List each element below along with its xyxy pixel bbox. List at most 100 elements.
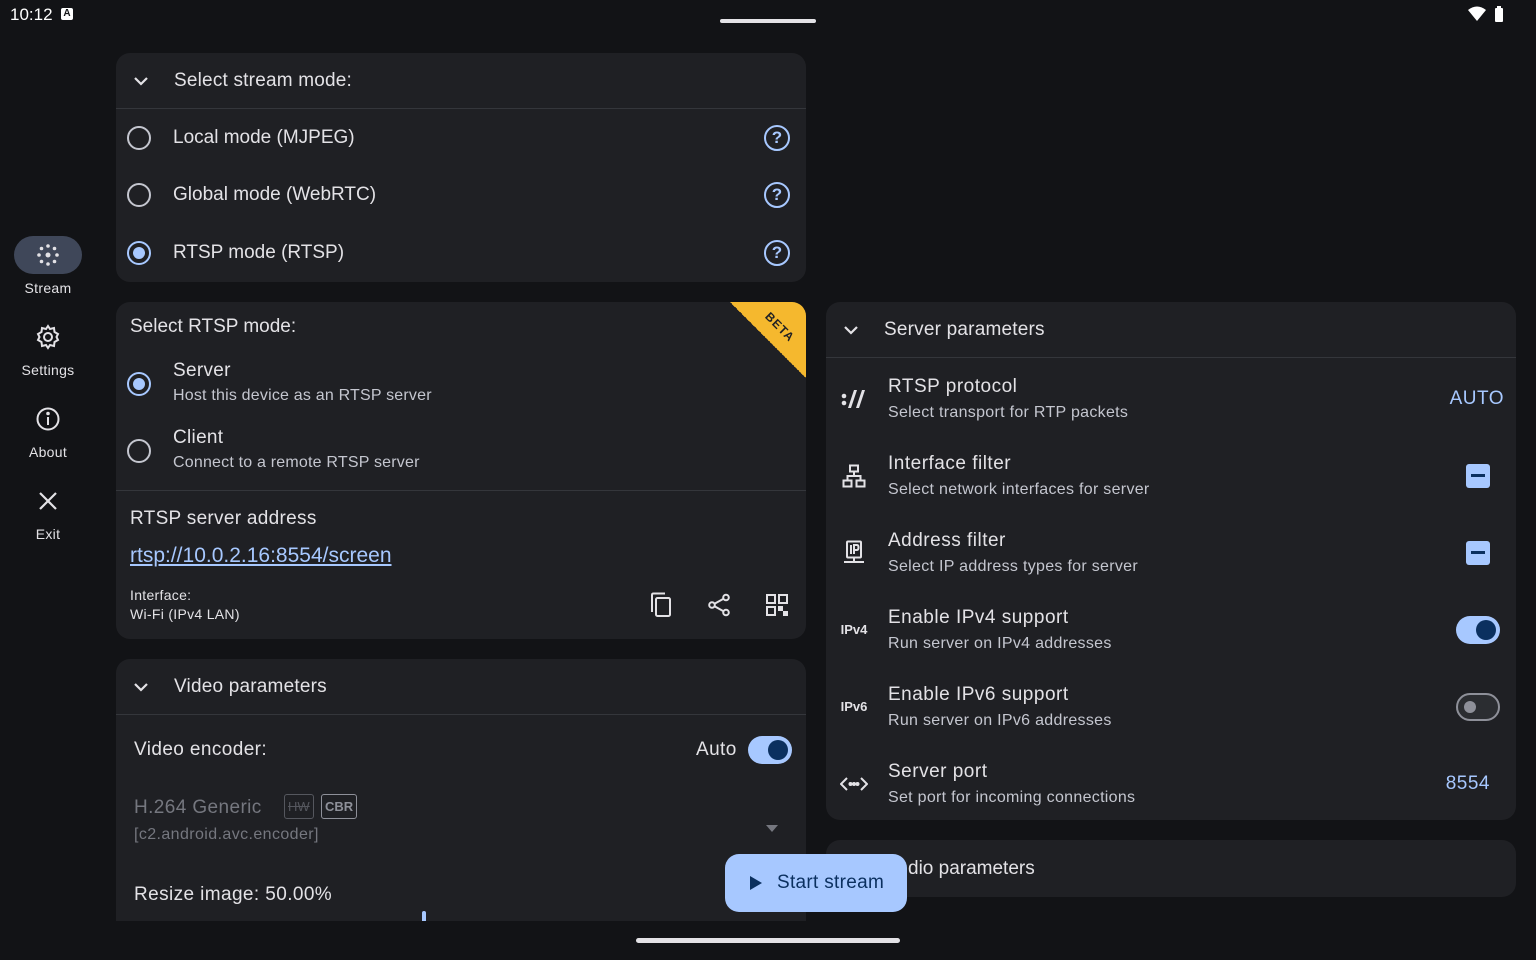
auto-label: Auto (696, 739, 737, 760)
server-parameters-header[interactable]: Server parameters (826, 302, 1516, 358)
ipv6-switch[interactable] (1456, 692, 1500, 721)
audio-parameters-title: dio parameters (908, 858, 1035, 879)
navigation-rail: Stream Settings About Exit (0, 230, 96, 558)
chevron-down-icon (130, 676, 152, 698)
mode-option-local[interactable]: Local mode (MJPEG) ? (116, 109, 806, 167)
ipv4-switch[interactable] (1456, 615, 1500, 644)
audio-parameters-card[interactable]: dio parameters (826, 840, 1516, 897)
param-server-port[interactable]: Server port Set port for incoming connec… (826, 745, 1516, 820)
param-ipv4[interactable]: IPv4 Enable IPv4 support Run server on I… (826, 591, 1516, 668)
mode-option-global[interactable]: Global mode (WebRTC) ? (116, 167, 806, 225)
navigation-handle (636, 938, 900, 943)
radio-global[interactable] (127, 183, 151, 208)
video-encoder-label: Video encoder: (134, 739, 268, 760)
rail-label: Stream (24, 280, 72, 296)
param-subtitle: Select transport for RTP packets (888, 403, 1129, 421)
play-icon (750, 876, 762, 890)
status-bar: 10:12 A (0, 0, 1536, 30)
resize-slider-thumb[interactable] (422, 911, 426, 921)
address-filter-indeterminate-checkbox[interactable] (1466, 540, 1490, 565)
param-rtsp-protocol[interactable]: RTSP protocol Select transport for RTP p… (826, 360, 1516, 437)
mode-label: RTSP mode (RTSP) (173, 241, 345, 263)
stream-mode-title: Select stream mode: (174, 69, 353, 91)
cbr-badge: CBR (321, 794, 358, 819)
info-icon (14, 400, 82, 438)
hw-badge: HW (284, 794, 314, 819)
rtsp-mode-card: BETA Select RTSP mode: Server Host this … (116, 302, 806, 639)
status-time: 10:12 (10, 5, 53, 24)
video-parameters-header[interactable]: Video parameters (116, 659, 806, 715)
auto-encoder-switch[interactable] (748, 736, 792, 764)
param-interface-filter[interactable]: Interface filter Select network interfac… (826, 437, 1516, 514)
rtsp-protocol-value: AUTO (1449, 387, 1504, 409)
video-parameters-card: Video parameters Video encoder: Auto H.2… (116, 659, 806, 921)
ipv6-icon: IPv6 (840, 699, 868, 714)
start-stream-label: Start stream (777, 872, 885, 893)
wifi-icon (1468, 6, 1486, 21)
radio-local[interactable] (127, 125, 151, 150)
param-title: Interface filter (888, 452, 1012, 474)
interface-value: Wi-Fi (IPv4 LAN) (130, 606, 240, 622)
param-subtitle: Select IP address types for server (888, 557, 1139, 575)
code-icon (826, 776, 882, 792)
battery-icon (1495, 6, 1503, 22)
resize-label: Resize image: 50.00% (134, 884, 333, 905)
help-icon[interactable]: ? (764, 239, 790, 266)
param-title: Server port (888, 760, 988, 782)
param-address-filter[interactable]: Address filter Select IP address types f… (826, 514, 1516, 591)
server-parameters-title: Server parameters (884, 318, 1045, 340)
radio-rtsp[interactable] (127, 240, 151, 265)
rail-label: About (28, 444, 68, 460)
notification-icon: A (61, 8, 73, 20)
param-subtitle: Set port for incoming connections (888, 788, 1136, 806)
chevron-down-icon (130, 70, 152, 92)
param-subtitle: Run server on IPv4 addresses (888, 634, 1112, 652)
help-icon[interactable]: ? (764, 124, 790, 151)
server-address-link[interactable]: rtsp://10.0.2.16:8554/screen (130, 544, 392, 568)
param-subtitle: Run server on IPv6 addresses (888, 711, 1112, 729)
rail-item-settings[interactable]: Settings (0, 312, 96, 394)
rail-label: Exit (35, 526, 61, 542)
option-title: Server (173, 360, 231, 381)
rail-label: Settings (21, 362, 75, 378)
address-label: RTSP server address (130, 508, 317, 529)
radio-client[interactable] (127, 439, 151, 463)
address-actions (646, 590, 792, 620)
chevron-down-icon (840, 319, 862, 341)
param-subtitle: Select network interfaces for server (888, 480, 1150, 498)
video-parameters-title: Video parameters (174, 675, 327, 697)
share-icon[interactable] (704, 590, 734, 620)
gear-icon (14, 318, 82, 356)
stream-mode-header[interactable]: Select stream mode: (116, 53, 806, 109)
interface-filter-indeterminate-checkbox[interactable] (1466, 463, 1490, 488)
rail-item-about[interactable]: About (0, 394, 96, 476)
option-title: Client (173, 427, 224, 448)
protocol-icon (826, 389, 882, 409)
rtsp-option-server[interactable]: Server Host this device as an RTSP serve… (127, 360, 432, 405)
option-subtitle: Host this device as an RTSP server (173, 387, 432, 404)
param-ipv6[interactable]: IPv6 Enable IPv6 support Run server on I… (826, 668, 1516, 745)
network-icon (826, 464, 882, 488)
help-icon[interactable]: ? (764, 182, 790, 209)
copy-icon[interactable] (646, 590, 676, 620)
ip-address-icon (826, 540, 882, 566)
rtsp-option-client[interactable]: Client Connect to a remote RTSP server (127, 427, 420, 472)
top-handle (720, 19, 816, 23)
server-parameters-card: Server parameters RTSP protocol Select t… (826, 302, 1516, 820)
dropdown-arrow-icon[interactable] (766, 819, 778, 837)
param-title: RTSP protocol (888, 375, 1018, 397)
radio-server[interactable] (127, 372, 151, 396)
start-stream-button[interactable]: Start stream (725, 854, 907, 912)
option-subtitle: Connect to a remote RTSP server (173, 454, 420, 471)
qr-code-icon[interactable] (762, 590, 792, 620)
encoder-id: [c2.android.avc.encoder] (134, 826, 319, 843)
rail-item-exit[interactable]: Exit (0, 476, 96, 558)
encoder-name: H.264 Generic (134, 797, 262, 818)
mode-label: Local mode (MJPEG) (173, 126, 355, 148)
divider (116, 490, 806, 491)
stream-icon (14, 236, 82, 274)
rail-item-stream[interactable]: Stream (0, 230, 96, 312)
param-title: Address filter (888, 529, 1006, 551)
mode-option-rtsp[interactable]: RTSP mode (RTSP) ? (116, 224, 806, 282)
close-icon (14, 482, 82, 520)
